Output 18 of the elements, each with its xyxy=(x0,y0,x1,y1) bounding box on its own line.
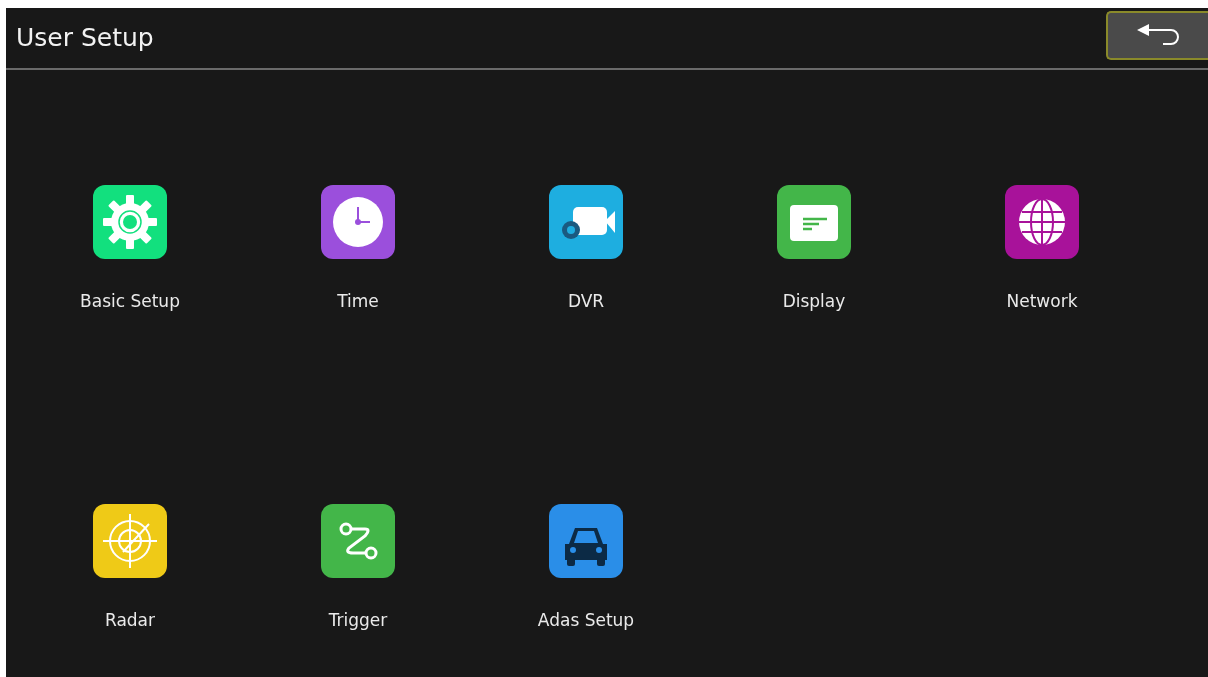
setup-tile-button[interactable] xyxy=(777,185,851,259)
setup-tile-button[interactable] xyxy=(321,504,395,578)
setup-tile-button[interactable] xyxy=(549,504,623,578)
setup-tile-button[interactable] xyxy=(549,185,623,259)
back-button[interactable] xyxy=(1106,10,1208,60)
setup-tile-button[interactable] xyxy=(93,185,167,259)
tile-label[interactable]: Trigger xyxy=(328,610,388,630)
setup-tile-button[interactable] xyxy=(1005,185,1079,259)
setup-tile-button[interactable] xyxy=(93,504,167,578)
tile-label[interactable]: DVR xyxy=(567,291,605,311)
tile-label[interactable]: Network xyxy=(1006,291,1078,311)
tile-label[interactable]: Radar xyxy=(104,610,156,630)
setup-tile-button[interactable] xyxy=(321,185,395,259)
tile-label[interactable]: Adas Setup xyxy=(537,610,635,630)
tile-label[interactable]: Basic Setup xyxy=(80,291,180,311)
tile-label[interactable]: Display xyxy=(782,291,846,311)
tile-label[interactable]: Time xyxy=(337,291,379,311)
page-title: User Setup xyxy=(16,22,154,55)
